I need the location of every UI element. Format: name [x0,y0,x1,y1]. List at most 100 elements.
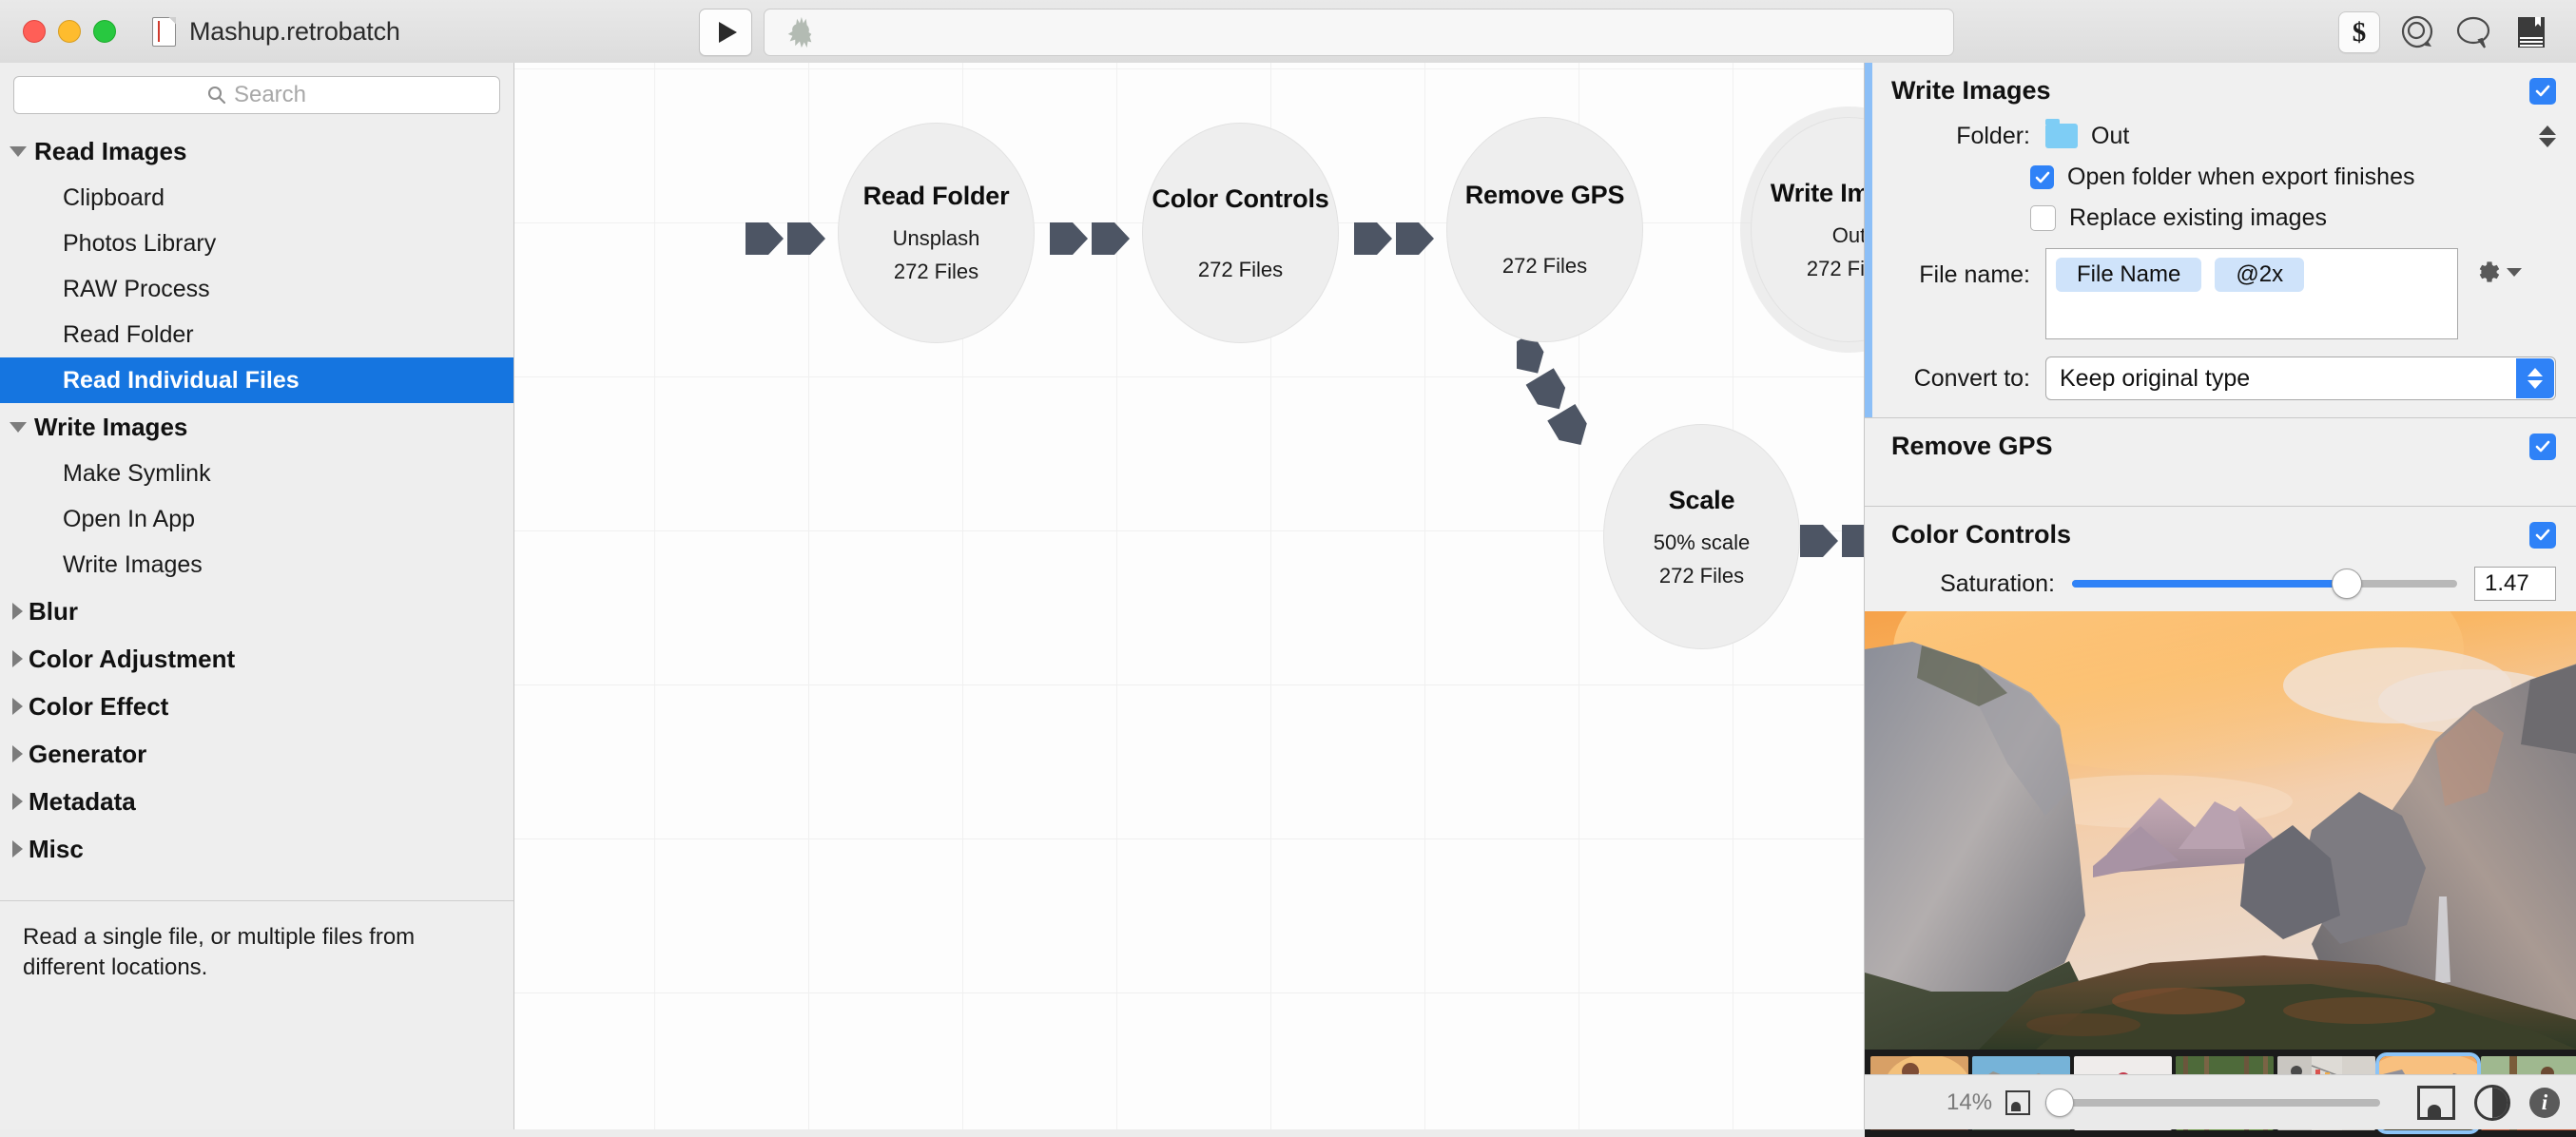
sidebar-item-make-symlink[interactable]: Make Symlink [0,451,513,496]
inspector-section-write-images: Write Images Folder: Out Open folder whe… [1865,63,2576,418]
sidebar-item-raw-process[interactable]: RAW Process [0,266,513,312]
search-placeholder: Search [233,82,307,107]
convert-to-label: Convert to: [1913,364,2030,392]
location-pin-icon[interactable] [2397,12,2437,52]
thumbnail-size-icon[interactable] [2005,1089,2031,1115]
zoom-button[interactable] [93,20,116,43]
folder-label: Folder: [1956,122,2030,149]
deer-logo-icon [787,16,812,48]
sidebar-group-read-images[interactable]: Read Images [0,127,513,175]
sidebar-group-color-adjustment[interactable]: Color Adjustment [0,635,513,683]
open-folder-checkbox[interactable] [2030,165,2054,189]
node-read-folder[interactable]: Read Folder Unsplash 272 Files [838,123,1035,343]
node-count: 272 Files [1658,563,1745,588]
open-folder-label: Open folder when export finishes [2067,164,2415,190]
file-name-options-button[interactable] [2471,258,2522,286]
convert-to-select[interactable]: Keep original type [2045,357,2556,400]
sidebar-group-metadata[interactable]: Metadata [0,778,513,825]
gear-icon [2479,261,2500,282]
saturation-slider[interactable] [2072,568,2457,599]
node-color-controls[interactable]: Color Controls 272 Files [1142,123,1339,343]
saturation-label: Saturation: [1940,569,2055,597]
section-enabled-checkbox[interactable] [2529,77,2556,105]
folder-stepper[interactable] [2539,125,2556,147]
node-subtitle: 50% scale [1653,530,1751,554]
slider-thumb[interactable] [2331,568,2362,599]
sidebar-group-misc[interactable]: Misc [0,825,513,873]
node-subtitle: Unsplash [892,226,980,250]
sidebar-item-photos-library[interactable]: Photos Library [0,221,513,266]
node-remove-gps[interactable]: Remove GPS 272 Files [1446,117,1643,342]
disclosure-down-icon [10,421,27,433]
manual-book-icon[interactable] [2511,12,2551,52]
dollar-icon[interactable]: $ [2338,11,2380,53]
open-folder-checkbox-row[interactable]: Open folder when export finishes [1865,157,2576,198]
image-preview[interactable] [1865,611,2576,1050]
info-icon[interactable]: i [2529,1087,2560,1118]
retrobatch-window: Mashup.retrobatch $ Search Read Images C… [0,0,2576,1137]
token-file-name[interactable]: File Name [2056,258,2202,292]
search-input[interactable]: Search [13,76,500,114]
node-library-tree: Read Images Clipboard Photos Library RAW… [0,127,513,873]
section-enabled-checkbox[interactable] [2529,521,2556,549]
sidebar-item-label: Photos Library [63,229,217,257]
sidebar-item-read-folder[interactable]: Read Folder [0,312,513,357]
zoom-slider[interactable] [2045,1088,2381,1117]
connector-color-controls-to-remove-gps[interactable] [1050,222,1133,255]
node-scale[interactable]: Scale 50% scale 272 Files [1603,424,1800,649]
sidebar-description-text: Read a single file, or multiple files fr… [23,924,416,981]
section-enabled-checkbox[interactable] [2529,433,2556,460]
run-button[interactable] [699,9,752,56]
replace-images-checkbox[interactable] [2030,205,2056,231]
sidebar-group-label: Misc [29,834,84,863]
node-title: Read Folder [862,182,1010,210]
sidebar-group-blur[interactable]: Blur [0,588,513,635]
sidebar-group-generator[interactable]: Generator [0,730,513,778]
play-triangle-icon [718,22,737,43]
connector-remove-gps-to-write-images[interactable] [1354,222,1438,255]
node-count: 272 Files [1806,256,1864,280]
sidebar-group-color-effect[interactable]: Color Effect [0,683,513,730]
contrast-icon[interactable] [2474,1084,2510,1121]
preview-yosemite-image [1865,611,2576,1050]
inspector-section-color-controls: Color Controls Saturation: 1.47 [1865,507,2576,615]
saturation-value-input[interactable]: 1.47 [2474,567,2556,601]
replace-images-checkbox-row[interactable]: Replace existing images [1865,198,2576,239]
fit-image-icon[interactable] [2417,1085,2455,1120]
traffic-lights [23,20,116,43]
file-name-token-field[interactable]: File Name @2x [2045,248,2458,339]
sidebar-item-write-images[interactable]: Write Images [0,542,513,588]
speech-bubble-icon[interactable] [2454,12,2494,52]
sidebar-description-panel: Read a single file, or multiple files fr… [0,900,513,1129]
sidebar-group-write-images[interactable]: Write Images [0,403,513,451]
node-title: Scale [1668,485,1735,514]
node-title: Color Controls [1152,183,1329,213]
replace-images-label: Replace existing images [2069,204,2327,231]
sidebar: Search Read Images Clipboard Photos Libr… [0,63,514,1129]
slider-thumb[interactable] [2045,1088,2075,1117]
workflow-canvas[interactable]: Read Folder Unsplash 272 Files Color Con… [514,63,1864,1129]
sidebar-item-open-in-app[interactable]: Open In App [0,496,513,542]
close-button[interactable] [23,20,46,43]
connector-read-folder-to-color-controls[interactable] [746,222,829,255]
sidebar-item-label: Read Folder [63,320,194,348]
section-title: Write Images [1891,76,2051,105]
node-count: 272 Files [1197,257,1284,281]
disclosure-right-icon [12,603,23,620]
zoom-level-label: 14% [1947,1089,1993,1115]
sidebar-item-label: RAW Process [63,275,210,302]
connector-remove-gps-to-scale[interactable] [1517,337,1631,451]
minimize-button[interactable] [58,20,81,43]
sidebar-group-label: Color Effect [29,691,169,721]
document-icon [152,16,176,47]
slider-fill [2072,580,2346,588]
search-icon [207,86,226,105]
sidebar-item-read-individual-files[interactable]: Read Individual Files [0,357,513,403]
drop-well[interactable] [764,9,1954,56]
token-at-2x[interactable]: @2x [2215,258,2305,292]
sidebar-item-label: Make Symlink [63,459,211,487]
sidebar-item-clipboard[interactable]: Clipboard [0,175,513,221]
node-subtitle: Out [1831,222,1864,247]
connector-scale-to-write-images-bottom[interactable] [1800,525,1864,557]
slider-track [2045,1098,2381,1107]
